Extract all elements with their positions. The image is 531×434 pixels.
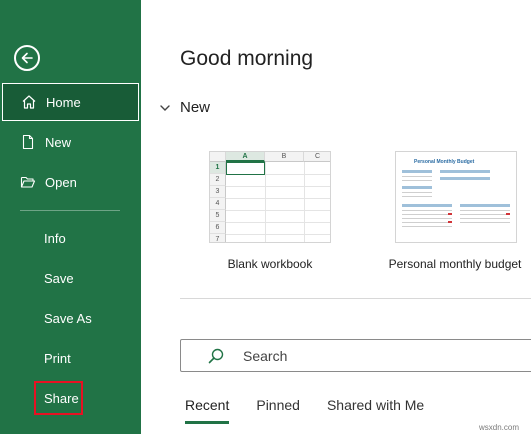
thumb-red-mark <box>506 213 510 215</box>
section-divider <box>180 298 531 299</box>
new-document-icon <box>19 133 37 151</box>
grid-line <box>265 162 266 242</box>
template-blank-workbook[interactable]: A B C 1 2 3 4 5 6 7 <box>209 151 331 243</box>
row-header: 3 <box>210 186 226 198</box>
share-highlight-box <box>34 381 83 415</box>
back-arrow-icon <box>21 52 33 64</box>
thumb-line <box>402 176 432 177</box>
budget-thumbnail: Personal Monthly Budget <box>396 152 516 242</box>
sidebar-item-print[interactable]: Print <box>0 338 141 378</box>
column-header: C <box>304 152 330 162</box>
grid-line <box>226 186 330 187</box>
thumb-line <box>402 192 432 193</box>
new-section-title: New <box>180 99 211 116</box>
grid-line <box>304 162 305 242</box>
search-box[interactable]: Search <box>180 339 531 372</box>
thumb-line <box>402 226 452 227</box>
tab-shared-with-me[interactable]: Shared with Me <box>327 397 424 413</box>
thumb-bar <box>402 204 452 207</box>
column-header: A <box>226 152 265 162</box>
sidebar-item-label: New <box>45 134 72 150</box>
thumb-bar <box>402 186 432 189</box>
thumb-bar <box>460 204 510 207</box>
sidebar-item-label: Info <box>44 230 66 246</box>
back-button[interactable] <box>14 45 40 71</box>
sidebar-item-home[interactable]: Home <box>2 83 139 121</box>
thumb-line <box>460 218 510 219</box>
thumb-line <box>402 180 432 181</box>
file-tabs: Recent Pinned Shared with Me <box>185 397 451 424</box>
search-input[interactable]: Search <box>243 348 287 364</box>
sidebar-item-label: Save <box>44 270 74 286</box>
thumb-bar <box>440 170 490 173</box>
grid-line <box>226 222 330 223</box>
sidebar-item-label: Print <box>44 350 71 366</box>
new-section-header[interactable]: New <box>158 99 210 116</box>
template-label[interactable]: Personal monthly budget <box>380 257 530 271</box>
home-icon <box>20 93 38 111</box>
sidebar-item-label: Open <box>45 174 77 190</box>
grid-line <box>226 210 330 211</box>
template-personal-monthly-budget[interactable]: Personal Monthly Budget <box>395 151 517 243</box>
tab-underline <box>185 421 230 424</box>
budget-thumbnail-title: Personal Monthly Budget <box>414 159 475 165</box>
tab-label: Recent <box>185 397 230 413</box>
open-folder-icon <box>19 173 37 191</box>
tab-recent[interactable]: Recent <box>185 397 230 424</box>
sidebar-item-label: Save As <box>44 310 92 326</box>
sidebar-item-save[interactable]: Save <box>0 258 141 298</box>
sidebar: Home New Open Info Save Save As Print Sh… <box>0 0 141 434</box>
search-icon <box>207 347 225 365</box>
thumb-line <box>402 210 452 211</box>
sidebar-item-open[interactable]: Open <box>0 162 141 202</box>
row-header: 7 <box>210 234 226 242</box>
column-header: B <box>265 152 304 162</box>
row-header: 1 <box>210 162 226 174</box>
thumb-line <box>402 222 452 223</box>
row-header: 6 <box>210 222 226 234</box>
tab-label: Shared with Me <box>326 397 425 413</box>
grid-line <box>226 198 330 199</box>
thumb-line <box>402 214 452 215</box>
page-title: Good morning <box>180 47 314 70</box>
row-header: 4 <box>210 198 226 210</box>
thumb-red-mark <box>448 213 452 215</box>
thumb-line <box>402 218 452 219</box>
tab-label: Pinned <box>256 397 300 413</box>
thumb-bar <box>440 177 490 180</box>
thumb-line <box>402 196 432 197</box>
thumb-bar <box>402 170 432 173</box>
selected-cell <box>226 162 265 175</box>
template-label[interactable]: Blank workbook <box>209 257 331 271</box>
sidebar-item-info[interactable]: Info <box>0 218 141 258</box>
grid-corner <box>210 152 226 162</box>
row-header: 2 <box>210 174 226 186</box>
tab-pinned[interactable]: Pinned <box>256 397 300 413</box>
watermark: wsxdn.com <box>479 423 520 432</box>
thumb-line <box>460 210 510 211</box>
sidebar-item-save-as[interactable]: Save As <box>0 298 141 338</box>
sidebar-divider <box>20 210 120 211</box>
row-header: 5 <box>210 210 226 222</box>
excel-backstage: Home New Open Info Save Save As Print Sh… <box>0 0 531 434</box>
chevron-down-icon <box>158 101 172 115</box>
blank-workbook-thumbnail: A B C 1 2 3 4 5 6 7 <box>210 152 330 242</box>
thumb-line <box>460 222 510 223</box>
sidebar-item-new[interactable]: New <box>0 122 141 162</box>
thumb-line <box>460 214 510 215</box>
grid-line <box>226 234 330 235</box>
sidebar-item-label: Home <box>46 94 81 110</box>
thumb-red-mark <box>448 221 452 223</box>
